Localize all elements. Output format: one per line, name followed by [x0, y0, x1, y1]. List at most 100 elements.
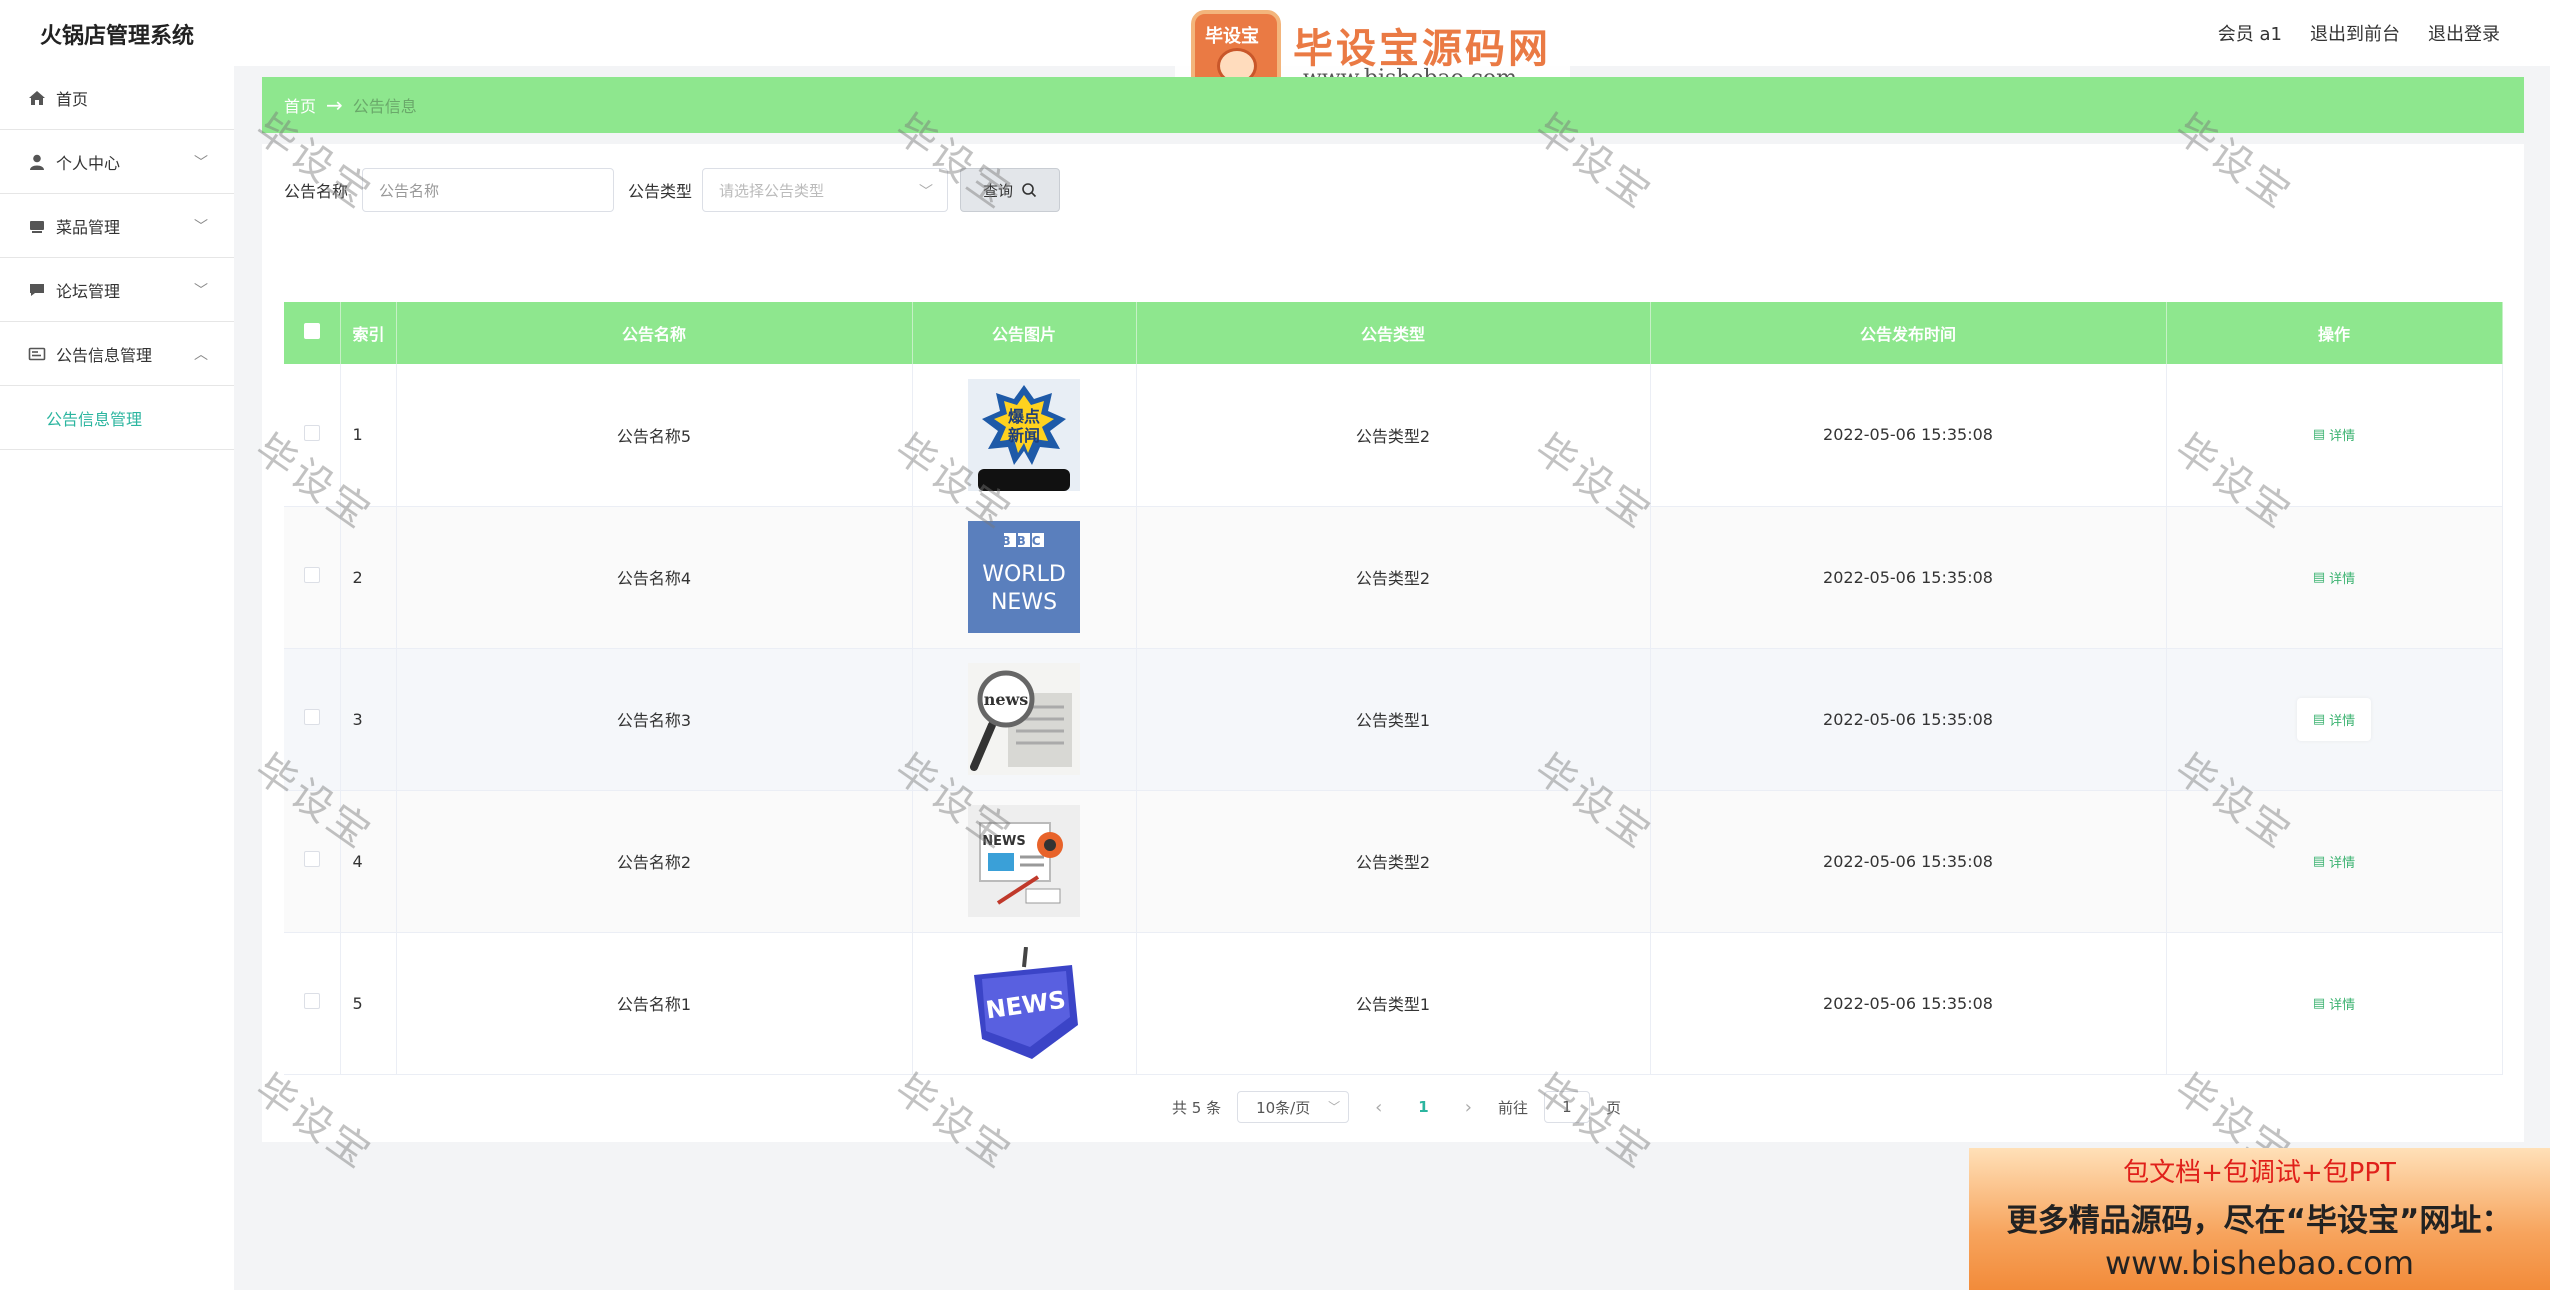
sidebar-item-dishes[interactable]: 菜品管理 ﹀ — [0, 194, 234, 258]
row-select-cell — [284, 648, 341, 791]
col-header-time[interactable]: 公告发布时间 — [1650, 302, 2167, 364]
row-checkbox[interactable] — [303, 709, 320, 725]
detail-label: 详情 — [2329, 429, 2356, 445]
sidebar-item-personal[interactable]: 个人中心 ﹀ — [0, 130, 234, 194]
name-search-input[interactable]: 公告名称 — [362, 168, 615, 212]
col-header-image[interactable]: 公告图片 — [912, 302, 1137, 364]
goto-page-input[interactable]: 1 — [1543, 1091, 1590, 1123]
prev-page-button[interactable]: ‹ — [1365, 1097, 1392, 1118]
detail-button[interactable]: ▤ 详情 — [2297, 556, 2371, 599]
app-title: 火锅店管理系统 — [40, 24, 195, 49]
sidebar-item-label: 个人中心 — [56, 153, 121, 173]
row-image-cell: NEWS — [912, 790, 1137, 933]
row-actions: ▤ 详情 — [2166, 790, 2503, 933]
chevron-down-icon: ﹀ — [194, 283, 208, 299]
row-select-cell — [284, 506, 341, 649]
select-all-checkbox[interactable] — [303, 323, 320, 339]
world-text: WORLD — [982, 562, 1066, 587]
notice-icon — [28, 347, 46, 360]
burst-text-2: 新闻 — [1008, 426, 1040, 445]
detail-label: 详情 — [2329, 855, 2356, 871]
member-link[interactable]: 会员 a1 — [2218, 20, 2282, 46]
dish-icon — [30, 220, 44, 233]
row-type: 公告类型2 — [1136, 790, 1651, 933]
badge-text: 毕设宝 — [1205, 26, 1259, 47]
row-checkbox[interactable] — [303, 424, 320, 441]
search-icon — [1022, 183, 1037, 198]
row-image-cell: NEWS — [912, 932, 1137, 1075]
detail-button[interactable]: ▤ 详情 — [2297, 413, 2371, 456]
news-image-flat: NEWS — [968, 805, 1080, 917]
chevron-down-icon: ﹀ — [919, 184, 934, 200]
detail-icon: ▤ — [2312, 995, 2326, 1011]
row-name: 公告名称2 — [396, 790, 913, 933]
row-name: 公告名称5 — [396, 364, 913, 507]
row-time: 2022-05-06 15:35:08 — [1650, 790, 2167, 933]
detail-button[interactable]: ▤ 详情 — [2297, 840, 2371, 883]
main-panel: 公告名称 公告名称 公告类型 请选择公告类型 ﹀ 查询 索引 公告名称 公告图片… — [262, 144, 2524, 1142]
row-time: 2022-05-06 15:35:08 — [1650, 506, 2167, 649]
detail-icon: ▤ — [2312, 853, 2326, 869]
current-page-number[interactable]: 1 — [1408, 1098, 1438, 1116]
notice-table: 索引 公告名称 公告图片 公告类型 公告发布时间 操作 1 公告名称5 爆点 新… — [284, 302, 2503, 1075]
row-type: 公告类型2 — [1136, 364, 1651, 507]
sidebar: 首页 个人中心 ﹀ 菜品管理 ﹀ 论坛管理 ﹀ 公告信息管理 ︿ 公告信息管理 — [0, 66, 234, 1290]
chevron-down-icon: ﹀ — [194, 219, 208, 235]
row-index: 5 — [340, 932, 397, 1075]
sidebar-item-label: 菜品管理 — [56, 217, 121, 237]
breadcrumb-current: 公告信息 — [352, 97, 417, 116]
magnifier-news-text: news — [984, 690, 1029, 709]
row-index: 1 — [340, 364, 397, 507]
col-header-type[interactable]: 公告类型 — [1136, 302, 1651, 364]
sidebar-item-forum[interactable]: 论坛管理 ﹀ — [0, 258, 234, 322]
table-row: 4 公告名称2 NEWS 公告类型2 2022-05-06 15:35:08 ▤… — [284, 790, 2503, 933]
row-image-cell: news — [912, 648, 1137, 791]
row-select-cell — [284, 364, 341, 507]
row-type: 公告类型1 — [1136, 648, 1651, 791]
news-image-burst: 爆点 新闻 — [968, 378, 1080, 491]
breadcrumb-separator: → — [326, 93, 343, 117]
type-select[interactable]: 请选择公告类型 ﹀ — [702, 168, 949, 212]
logout-link[interactable]: 退出登录 — [2428, 20, 2500, 46]
flat-news-text: NEWS — [982, 834, 1025, 849]
page-size-value: 10条/页 — [1256, 1098, 1311, 1117]
burst-text-1: 爆点 — [1008, 407, 1040, 426]
row-actions: ▤ 详情 — [2166, 648, 2503, 791]
sidebar-item-notice[interactable]: 公告信息管理 ︿ — [0, 322, 234, 386]
breadcrumb: 首页 → 公告信息 — [262, 77, 2524, 133]
row-checkbox[interactable] — [303, 993, 320, 1009]
row-checkbox[interactable] — [303, 567, 320, 583]
detail-button[interactable]: ▤ 详情 — [2297, 982, 2371, 1025]
table-row: 2 公告名称4 BBC WORLD NEWS 公告类型2 2022-05-06 … — [284, 506, 2503, 649]
row-actions: ▤ 详情 — [2166, 932, 2503, 1075]
name-label: 公告名称 — [284, 182, 349, 201]
table-header-row: 索引 公告名称 公告图片 公告类型 公告发布时间 操作 — [284, 302, 2503, 364]
news-image-bbc: BBC WORLD NEWS — [968, 521, 1080, 633]
table-row: 1 公告名称5 爆点 新闻 公告类型2 2022-05-06 15:35:08 … — [284, 364, 2503, 507]
query-button-label: 查询 — [983, 181, 1014, 200]
row-checkbox[interactable] — [303, 851, 320, 867]
row-type: 公告类型1 — [1136, 932, 1651, 1075]
goto-label: 前往 — [1497, 1098, 1528, 1117]
detail-icon: ▤ — [2312, 711, 2326, 727]
type-label: 公告类型 — [628, 182, 693, 201]
detail-icon: ▤ — [2312, 427, 2326, 443]
row-time: 2022-05-06 15:35:08 — [1650, 932, 2167, 1075]
next-page-button[interactable]: › — [1455, 1097, 1482, 1118]
col-header-index[interactable]: 索引 — [340, 302, 397, 364]
page-suffix: 页 — [1605, 1098, 1621, 1117]
page-size-select[interactable]: 10条/页 ﹀ — [1237, 1091, 1350, 1123]
sidebar-item-label: 论坛管理 — [56, 281, 121, 301]
row-index: 2 — [340, 506, 397, 649]
breadcrumb-home[interactable]: 首页 — [284, 93, 316, 117]
chevron-up-icon: ︿ — [194, 347, 208, 363]
back-to-front-link[interactable]: 退出到前台 — [2310, 20, 2400, 46]
col-header-name[interactable]: 公告名称 — [396, 302, 913, 364]
sidebar-item-home[interactable]: 首页 — [0, 66, 234, 130]
detail-button[interactable]: ▤ 详情 — [2296, 697, 2372, 741]
sidebar-subitem-notice-manage[interactable]: 公告信息管理 — [0, 386, 234, 450]
query-button[interactable]: 查询 — [960, 168, 1061, 212]
row-image-cell: BBC WORLD NEWS — [912, 506, 1137, 649]
detail-icon: ▤ — [2312, 569, 2326, 585]
sidebar-item-label: 首页 — [56, 89, 89, 109]
